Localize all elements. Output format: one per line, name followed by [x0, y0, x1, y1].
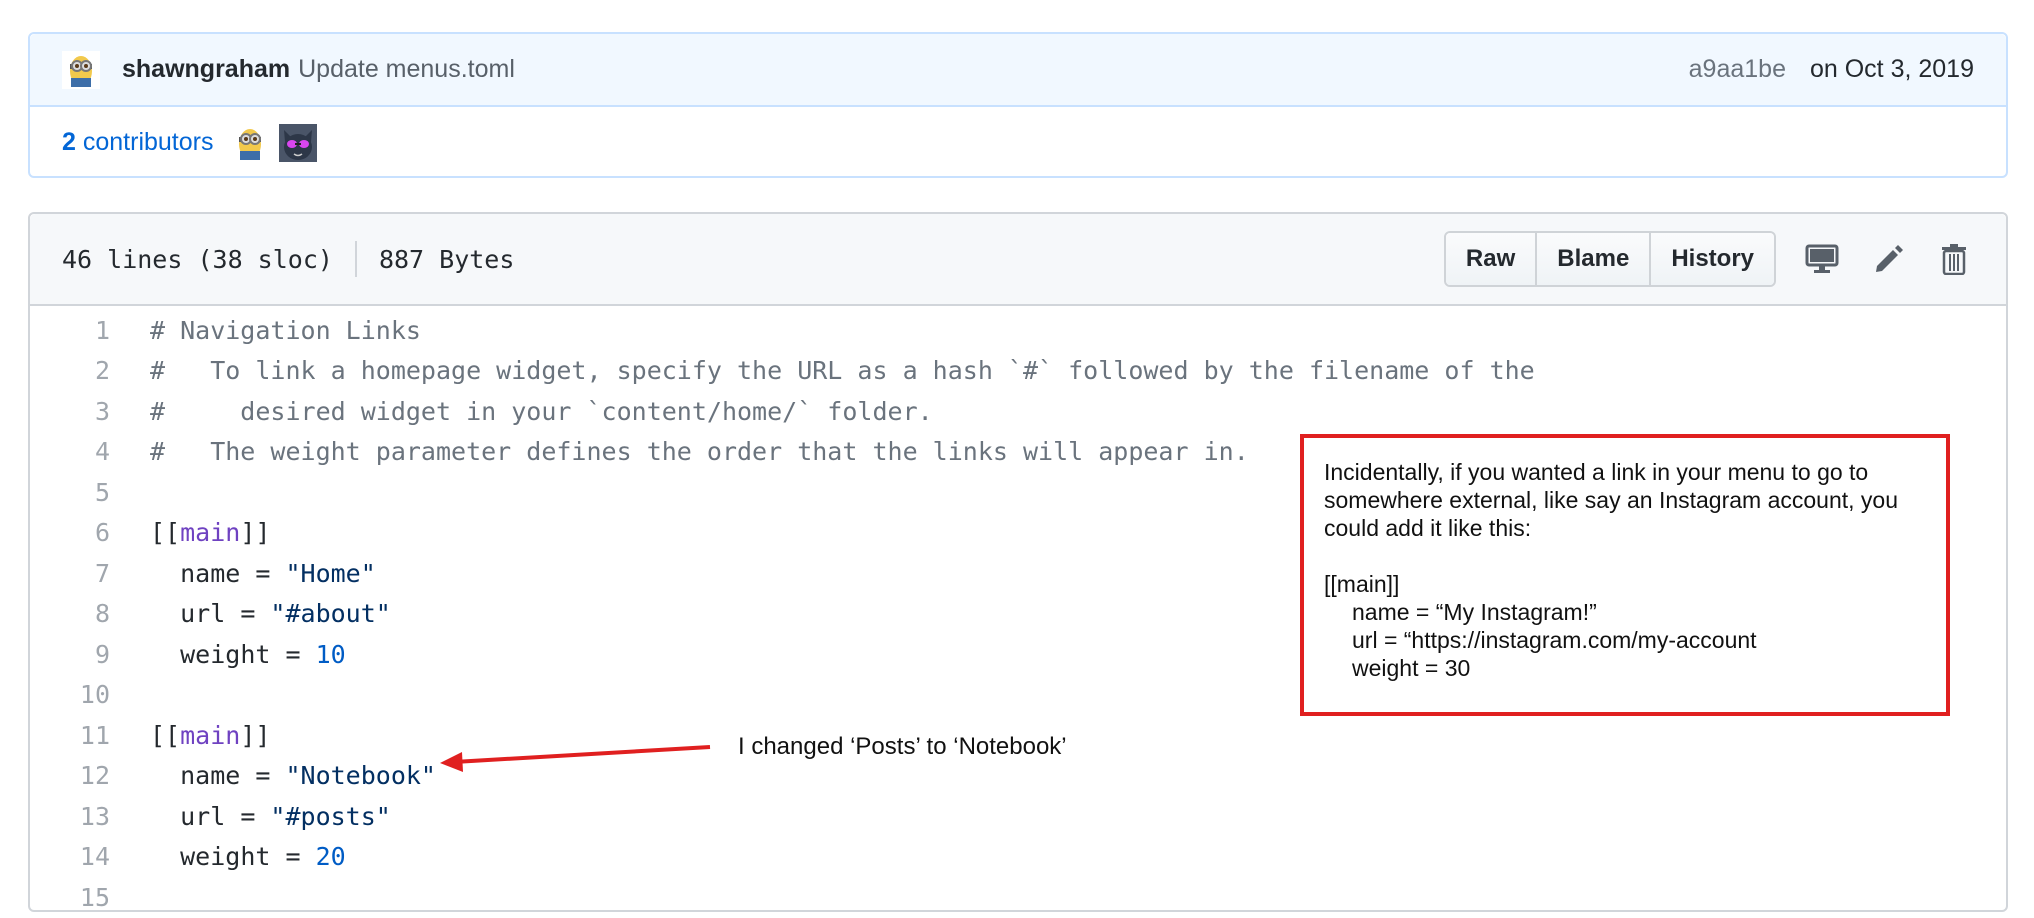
line-number[interactable]: 14: [30, 842, 150, 871]
contributor-avatar-cat[interactable]: [279, 123, 318, 162]
line-number[interactable]: 10: [30, 680, 150, 709]
latest-commit-bar: shawngraham Update menus.toml a9aa1be on…: [30, 34, 2006, 107]
file-header: 46 lines (38 sloc) 887 Bytes Raw Blame H…: [30, 214, 2006, 306]
line-content: name = "Home": [180, 558, 376, 588]
commit-sha[interactable]: a9aa1be: [1689, 55, 1786, 84]
line-content: # The weight parameter defines the order…: [150, 437, 1249, 467]
contributors-link[interactable]: 2 contributors: [62, 128, 213, 157]
code-line: 15: [30, 877, 2006, 918]
file-info-divider: [354, 241, 357, 277]
line-number[interactable]: 11: [30, 721, 150, 750]
line-content: weight = 10: [180, 639, 346, 669]
history-button[interactable]: History: [1651, 233, 1774, 285]
annotation-note-line: somewhere external, like say an Instagra…: [1324, 487, 1899, 513]
line-number[interactable]: 6: [30, 518, 150, 547]
annotation-note-box: Incidentally, if you wanted a link in yo…: [1300, 434, 1950, 716]
trash-icon[interactable]: [1934, 239, 1974, 279]
line-number[interactable]: 9: [30, 640, 150, 669]
code-line: 14 weight = 20: [30, 837, 2006, 878]
line-number[interactable]: 12: [30, 761, 150, 790]
raw-button[interactable]: Raw: [1445, 233, 1538, 285]
line-number[interactable]: 3: [30, 397, 150, 426]
line-content: url = "#about": [180, 599, 391, 629]
line-number[interactable]: 5: [30, 478, 150, 507]
contributors-count: 2: [62, 128, 76, 156]
commit-date: on Oct 3, 2019: [1809, 55, 1974, 83]
line-content: [[main]]: [150, 518, 271, 548]
line-content: name = "Notebook": [180, 761, 436, 791]
line-content: url = "#posts": [180, 801, 391, 831]
file-info: 46 lines (38 sloc) 887 Bytes: [62, 241, 514, 277]
annotation-arrow-label: I changed ‘Posts’ to ‘Notebook’: [738, 733, 1067, 760]
line-number[interactable]: 2: [30, 356, 150, 385]
author-avatar[interactable]: [62, 50, 100, 89]
line-content: # To link a homepage widget, specify the…: [150, 356, 1535, 386]
contributors-row: 2 contributors: [30, 107, 2006, 178]
commit-author[interactable]: shawngraham: [122, 55, 290, 84]
contributors-label: contributors: [82, 128, 214, 156]
file-lines-info: 46 lines (38 sloc): [62, 244, 333, 274]
annotation-note-line: Incidentally, if you wanted a link in yo…: [1324, 459, 1869, 485]
code-line: 13 url = "#posts": [30, 796, 2006, 837]
annotation-note-code: url = “https://instagram.com/my-account: [1352, 627, 1757, 653]
blame-button[interactable]: Blame: [1537, 233, 1652, 285]
annotation-note-gap: [1324, 542, 1926, 570]
annotation-note-code: [[main]]: [1324, 571, 1400, 597]
line-number[interactable]: 13: [30, 802, 150, 831]
file-actions-group: Raw Blame History: [1443, 231, 1776, 287]
code-line: 1 # Navigation Links: [30, 310, 2006, 351]
contributor-avatar-minion[interactable]: [231, 123, 270, 162]
line-content: weight = 20: [180, 842, 346, 872]
line-number[interactable]: 15: [30, 883, 150, 912]
commit-box: shawngraham Update menus.toml a9aa1be on…: [28, 32, 2008, 178]
annotation-note-code: weight = 30: [1352, 655, 1471, 681]
line-number[interactable]: 8: [30, 599, 150, 628]
file-size: 887 Bytes: [378, 244, 515, 274]
line-number[interactable]: 4: [30, 437, 150, 466]
commit-message[interactable]: Update menus.toml: [298, 55, 515, 84]
annotation-note-code: name = “My Instagram!”: [1352, 599, 1597, 625]
code-line: 2 # To link a homepage widget, specify th…: [30, 351, 2006, 392]
desktop-icon[interactable]: [1802, 239, 1842, 279]
annotation-arrow: [440, 745, 711, 772]
annotation-note-line: could add it like this:: [1324, 515, 1532, 541]
line-content: [[main]]: [150, 720, 271, 750]
commit-meta: a9aa1be on Oct 3, 2019: [1689, 55, 1974, 84]
line-number[interactable]: 7: [30, 559, 150, 588]
pencil-icon[interactable]: [1868, 239, 1908, 279]
code-line: 3 # desired widget in your `content/home/…: [30, 391, 2006, 432]
line-content: # Navigation Links: [150, 315, 421, 345]
line-number[interactable]: 1: [30, 316, 150, 345]
code-line: 12 name = "Notebook": [30, 756, 2006, 797]
line-content: # desired widget in your `content/home/`…: [150, 396, 933, 426]
